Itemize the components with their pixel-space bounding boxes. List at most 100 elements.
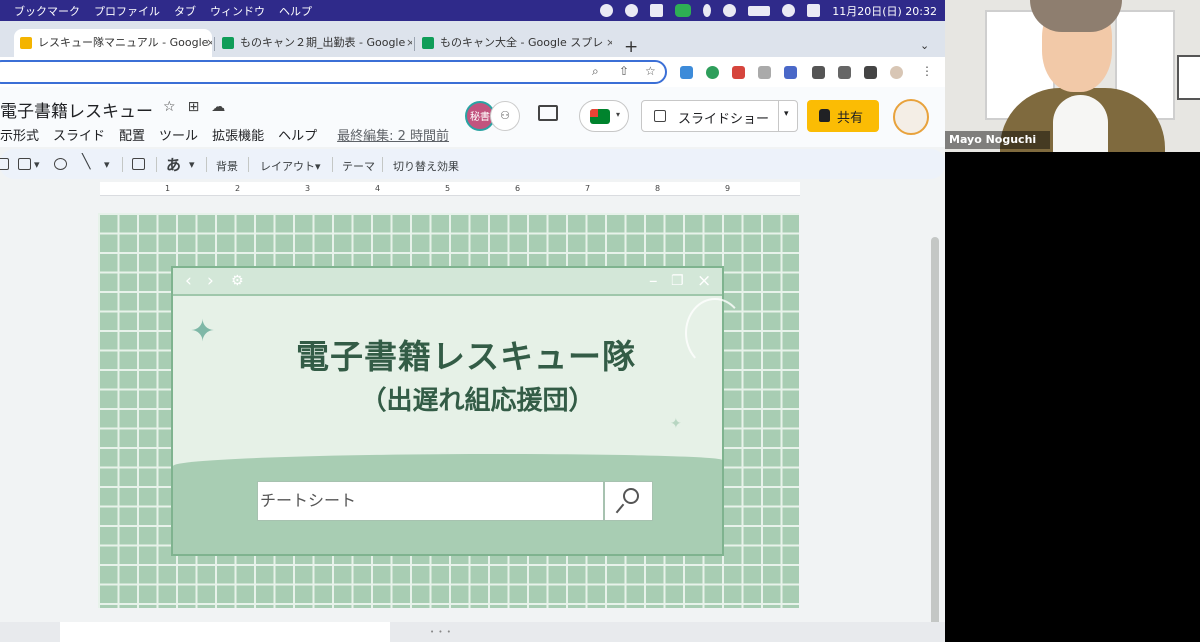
slideshow-button[interactable]: スライドショー ▾	[641, 100, 798, 132]
comments-icon[interactable]	[538, 105, 558, 121]
layout-button[interactable]: レイアウト▾	[260, 158, 321, 174]
comment-add-icon[interactable]	[132, 158, 145, 170]
menu-slide[interactable]: スライド	[53, 125, 105, 144]
tab-separator	[214, 37, 215, 51]
horizontal-ruler[interactable]: 1 2 3 4 5 6 7 8 9	[100, 182, 800, 196]
toolbar-separator	[206, 157, 207, 172]
close-tab-icon[interactable]: ×	[606, 29, 612, 57]
ruler-mark: 5	[445, 184, 451, 193]
magnifier-handle	[615, 503, 625, 514]
tab-rescue-manual[interactable]: レスキュー隊マニュアル - Google ×	[14, 29, 212, 59]
last-edit-link[interactable]: 最終編集: 2 時間前	[337, 125, 449, 144]
wifi-icon[interactable]	[723, 4, 737, 17]
star-icon[interactable]: ☆	[163, 99, 176, 115]
editing-toolbar: ▾ ╲ ▾ あ ▾ 背景 レイアウト▾ テーマ 切り替え効果	[0, 149, 945, 179]
menu-window[interactable]: ウィンドウ	[210, 3, 265, 19]
menu-tab[interactable]: タブ	[174, 3, 196, 19]
share-page-icon[interactable]: ⇧	[619, 64, 629, 78]
participant-name-label: Mayo Noguchi	[945, 131, 1050, 149]
extensions-puzzle-icon[interactable]	[812, 66, 825, 79]
extension-icon[interactable]	[680, 66, 693, 79]
menu-help[interactable]: ヘルプ	[279, 3, 312, 19]
maximize-icon: ❐	[671, 273, 684, 289]
macos-menubar: ブックマーク プロファイル タブ ウィンドウ ヘルプ 11月20日(日) 20:…	[0, 0, 945, 21]
slide[interactable]: ‹ › ⚙ – ❐ × ✦ ✦ 電子書籍レスキュー隊 （出遅れ組応援団） チート…	[98, 213, 799, 608]
close-tab-icon[interactable]: ×	[406, 29, 412, 57]
browser-toolbar: ⌕ ⇧ ☆ ⋮	[0, 57, 945, 87]
menu-tools[interactable]: ツール	[159, 125, 198, 144]
image-icon[interactable]	[18, 158, 31, 170]
document-title[interactable]: 電子書籍レスキュー	[0, 97, 153, 122]
battery-icon[interactable]	[748, 5, 771, 16]
cursor-icon[interactable]	[600, 4, 614, 17]
extension-icon[interactable]	[758, 66, 771, 79]
menu-profile[interactable]: プロファイル	[94, 3, 160, 19]
gear-icon: ⚙	[231, 273, 244, 289]
slide-title[interactable]: 電子書籍レスキュー隊	[173, 330, 722, 378]
shape-icon[interactable]	[54, 158, 67, 170]
text-input-icon[interactable]	[650, 4, 664, 17]
slideshow-dropdown-icon[interactable]: ▾	[784, 109, 789, 119]
collaborator-avatar-anon[interactable]: ⚇	[490, 101, 520, 131]
menu-extensions[interactable]: 拡張機能	[212, 125, 264, 144]
toolbar-separator	[332, 157, 333, 172]
profile-avatar-icon[interactable]	[890, 66, 903, 79]
menu-arrange[interactable]: 配置	[119, 125, 145, 144]
new-tab-button[interactable]: +	[624, 37, 638, 57]
cloud-status-icon[interactable]: ☁	[211, 99, 225, 115]
input-tools-button[interactable]: あ	[166, 154, 181, 175]
reading-list-icon[interactable]	[838, 66, 851, 79]
speaker-notes-panel[interactable]	[60, 622, 390, 642]
account-avatar[interactable]	[893, 99, 929, 135]
forward-arrow-icon: ›	[207, 271, 214, 291]
tab-title: ものキャン大全 - Google スプレ	[440, 36, 604, 49]
chevron-down-icon[interactable]: ▾	[104, 158, 110, 171]
move-folder-icon[interactable]: ⊞	[188, 99, 200, 115]
theme-button[interactable]: テーマ	[342, 158, 375, 174]
meet-button[interactable]: ▾	[579, 100, 629, 132]
address-bar[interactable]	[0, 60, 667, 84]
bluetooth-icon[interactable]	[703, 4, 712, 17]
transition-button[interactable]: 切り替え効果	[393, 158, 459, 174]
lock-person-icon	[819, 109, 830, 122]
magnifier-icon	[623, 488, 639, 504]
line-app-icon[interactable]	[675, 4, 692, 17]
vertical-scrollbar[interactable]	[931, 237, 939, 632]
select-icon[interactable]	[0, 158, 9, 170]
menubar-clock[interactable]: 11月20日(日) 20:32	[832, 3, 937, 19]
tab-search-chevron-icon[interactable]: ⌄	[920, 39, 929, 52]
toolbar-separator	[248, 157, 249, 172]
evernote-icon[interactable]	[706, 66, 719, 79]
tab-attendance-sheet[interactable]: ものキャン２期_出勤表 - Google ×	[216, 29, 412, 59]
close-tab-icon[interactable]: ×	[206, 29, 212, 57]
ruler-mark: 3	[305, 184, 311, 193]
menu-bookmarks[interactable]: ブックマーク	[14, 3, 80, 19]
tab-title: レスキュー隊マニュアル - Google	[38, 36, 209, 49]
tab-monocamp-encyclopedia[interactable]: ものキャン大全 - Google スプレ ×	[416, 29, 612, 59]
tab-title: ものキャン２期_出勤表 - Google	[240, 36, 406, 49]
extension-icon[interactable]	[732, 66, 745, 79]
back-arrow-icon: ‹	[185, 271, 192, 291]
zoom-icon[interactable]: ⌕	[592, 64, 599, 79]
play-icon[interactable]	[625, 4, 639, 17]
share-button[interactable]: 共有	[807, 100, 879, 132]
slide-subtitle[interactable]: （出遅れ組応援団）	[173, 380, 722, 417]
slide-search-button[interactable]	[604, 481, 653, 521]
background-button[interactable]: 背景	[216, 158, 238, 174]
resize-handle-icon[interactable]: • • •	[430, 628, 452, 636]
toolbar-separator	[156, 157, 157, 172]
slide-search-box[interactable]: チートシート	[257, 481, 604, 521]
ruler-mark: 2	[235, 184, 241, 193]
side-panel-icon[interactable]	[864, 66, 877, 79]
control-center-icon[interactable]	[807, 4, 821, 17]
chevron-down-icon[interactable]: ▾	[34, 158, 40, 171]
spotlight-icon[interactable]	[782, 4, 796, 17]
line-icon[interactable]: ╲	[82, 154, 90, 170]
bookmark-star-icon[interactable]: ☆	[645, 64, 656, 78]
browser-menu-icon[interactable]: ⋮	[921, 64, 933, 78]
menubar-status-area: 11月20日(日) 20:32	[600, 0, 937, 21]
chevron-down-icon[interactable]: ▾	[189, 158, 195, 171]
extension-icon[interactable]	[784, 66, 797, 79]
menu-format[interactable]: 示形式	[0, 125, 39, 144]
menu-help[interactable]: ヘルプ	[278, 125, 317, 144]
